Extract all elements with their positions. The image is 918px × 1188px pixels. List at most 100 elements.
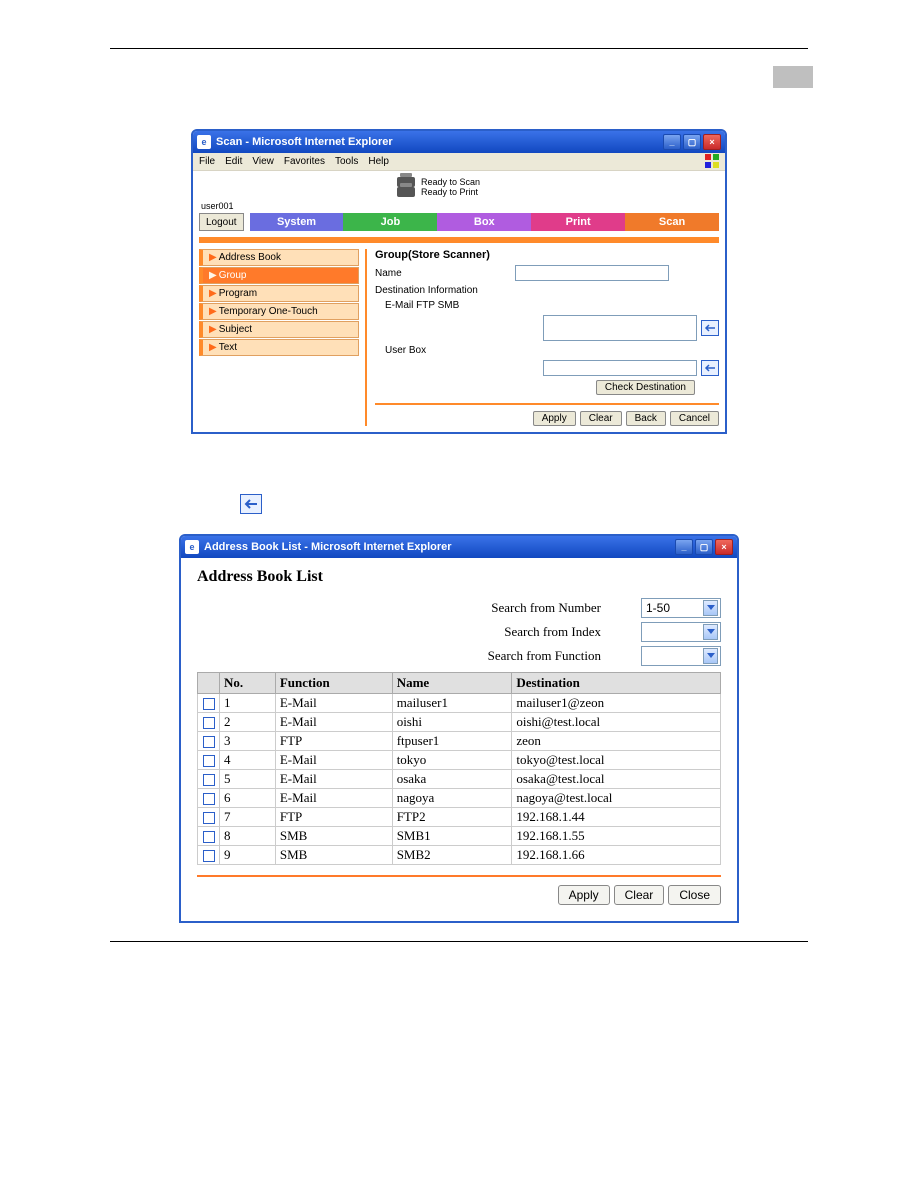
- row-checkbox[interactable]: [203, 736, 215, 748]
- clear-button[interactable]: Clear: [614, 885, 665, 905]
- printer-icon: [397, 187, 415, 197]
- table-row: 8SMBSMB1192.168.1.55: [198, 827, 721, 846]
- row-checkbox[interactable]: [203, 831, 215, 843]
- page-title: Address Book List: [197, 568, 721, 586]
- window-address-book-list: e Address Book List - Microsoft Internet…: [179, 534, 739, 923]
- cell-no: 4: [220, 751, 276, 770]
- triangle-icon: ▶: [209, 342, 217, 353]
- sidebar-item-program[interactable]: ▶Program: [199, 285, 359, 302]
- menu-tools[interactable]: Tools: [335, 156, 358, 167]
- cell-destination: oishi@test.local: [512, 713, 721, 732]
- cell-name: ftpuser1: [392, 732, 512, 751]
- table-row: 9SMBSMB2192.168.1.66: [198, 846, 721, 865]
- menu-view[interactable]: View: [252, 156, 274, 167]
- titlebar-scan: e Scan - Microsoft Internet Explorer _ ▢…: [193, 131, 725, 153]
- select-search-function[interactable]: [641, 646, 721, 666]
- tab-scan[interactable]: Scan: [625, 213, 719, 231]
- row-checkbox[interactable]: [203, 812, 215, 824]
- tab-print[interactable]: Print: [531, 213, 625, 231]
- menu-favorites[interactable]: Favorites: [284, 156, 325, 167]
- row-checkbox[interactable]: [203, 774, 215, 786]
- table-row: 6E-Mailnagoyanagoya@test.local: [198, 789, 721, 808]
- cell-function: SMB: [275, 827, 392, 846]
- cell-destination: zeon: [512, 732, 721, 751]
- sidebar-item-subject[interactable]: ▶Subject: [199, 321, 359, 338]
- orange-divider: [197, 875, 721, 877]
- window-title-ablist: Address Book List - Microsoft Internet E…: [204, 541, 675, 553]
- sidebar-item-label: Temporary One-Touch: [219, 306, 318, 317]
- orange-divider: [199, 237, 719, 243]
- input-email-ftp-smb[interactable]: [543, 315, 697, 341]
- menu-help[interactable]: Help: [368, 156, 389, 167]
- table-row: 2E-Mailoishioishi@test.local: [198, 713, 721, 732]
- cell-no: 1: [220, 694, 276, 713]
- cell-function: E-Mail: [275, 789, 392, 808]
- label-name: Name: [375, 268, 515, 279]
- cell-no: 2: [220, 713, 276, 732]
- col-no: No.: [220, 673, 276, 694]
- table-row: 7FTPFTP2192.168.1.44: [198, 808, 721, 827]
- cancel-button[interactable]: Cancel: [670, 411, 719, 426]
- triangle-icon: ▶: [209, 288, 217, 299]
- cell-destination: osaka@test.local: [512, 770, 721, 789]
- sidebar-item-label: Program: [219, 288, 257, 299]
- clear-button[interactable]: Clear: [580, 411, 622, 426]
- header-gray-block: [773, 66, 813, 88]
- menu-edit[interactable]: Edit: [225, 156, 242, 167]
- cell-function: E-Mail: [275, 751, 392, 770]
- back-button[interactable]: Back: [626, 411, 666, 426]
- row-checkbox[interactable]: [203, 698, 215, 710]
- address-book-icon[interactable]: [701, 360, 719, 376]
- cell-name: osaka: [392, 770, 512, 789]
- input-user-box[interactable]: [543, 360, 697, 376]
- select-search-number[interactable]: 1-50: [641, 598, 721, 618]
- tab-box[interactable]: Box: [437, 213, 531, 231]
- maximize-button[interactable]: ▢: [695, 539, 713, 555]
- user-label: user001: [201, 201, 719, 211]
- close-button[interactable]: ×: [703, 134, 721, 150]
- cell-name: tokyo: [392, 751, 512, 770]
- page-top-rule: [110, 48, 808, 49]
- cell-destination: 192.168.1.66: [512, 846, 721, 865]
- status-ready-print: Ready to Print: [421, 187, 478, 197]
- sidebar-item-label: Text: [219, 342, 237, 353]
- menu-file[interactable]: File: [199, 156, 215, 167]
- address-book-icon[interactable]: [701, 320, 719, 336]
- close-button[interactable]: Close: [668, 885, 721, 905]
- row-checkbox[interactable]: [203, 793, 215, 805]
- row-checkbox[interactable]: [203, 755, 215, 767]
- cell-function: E-Mail: [275, 694, 392, 713]
- maximize-button[interactable]: ▢: [683, 134, 701, 150]
- col-destination: Destination: [512, 673, 721, 694]
- select-search-index[interactable]: [641, 622, 721, 642]
- sidebar-item-address-book[interactable]: ▶Address Book: [199, 249, 359, 266]
- row-checkbox[interactable]: [203, 717, 215, 729]
- close-button[interactable]: ×: [715, 539, 733, 555]
- table-row: 5E-Mailosakaosaka@test.local: [198, 770, 721, 789]
- col-checkbox: [198, 673, 220, 694]
- tab-system[interactable]: System: [250, 213, 344, 231]
- input-name[interactable]: [515, 265, 669, 281]
- address-book-icon[interactable]: [240, 494, 262, 514]
- sidebar-item-temporary-one-touch[interactable]: ▶Temporary One-Touch: [199, 303, 359, 320]
- triangle-icon: ▶: [209, 270, 217, 281]
- label-search-index: Search from Index: [197, 624, 641, 640]
- apply-button[interactable]: Apply: [558, 885, 610, 905]
- minimize-button[interactable]: _: [663, 134, 681, 150]
- chevron-down-icon: [703, 600, 718, 616]
- triangle-icon: ▶: [209, 252, 217, 263]
- cell-function: E-Mail: [275, 713, 392, 732]
- minimize-button[interactable]: _: [675, 539, 693, 555]
- logout-button[interactable]: Logout: [199, 213, 244, 231]
- cell-name: FTP2: [392, 808, 512, 827]
- sidebar-item-group[interactable]: ▶Group: [199, 267, 359, 284]
- tab-job[interactable]: Job: [343, 213, 437, 231]
- label-search-function: Search from Function: [197, 648, 641, 664]
- row-checkbox[interactable]: [203, 850, 215, 862]
- address-book-table: No. Function Name Destination 1E-Mailmai…: [197, 672, 721, 865]
- table-row: 4E-Mailtokyotokyo@test.local: [198, 751, 721, 770]
- label-user-box: User Box: [375, 345, 515, 356]
- check-destination-button[interactable]: Check Destination: [596, 380, 695, 395]
- sidebar-item-text[interactable]: ▶Text: [199, 339, 359, 356]
- apply-button[interactable]: Apply: [533, 411, 576, 426]
